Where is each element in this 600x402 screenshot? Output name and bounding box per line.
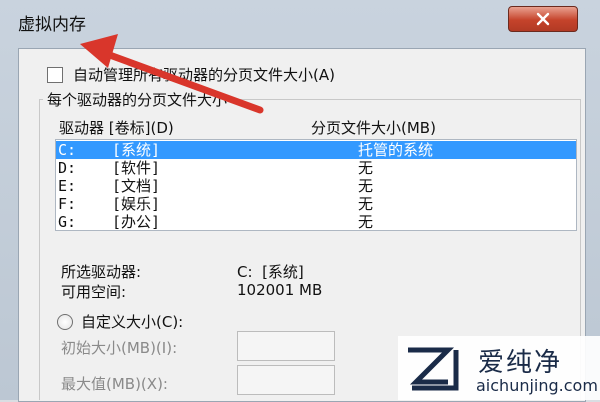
max-size-input[interactable] xyxy=(237,365,335,395)
custom-size-label[interactable]: 自定义大小(C): xyxy=(81,311,183,332)
drive-volume-label: [办公] xyxy=(112,213,161,231)
initial-size-input[interactable] xyxy=(237,331,335,361)
column-header-size: 分页文件大小(MB) xyxy=(311,119,436,137)
watermark: 爱纯净 aichunjing.com xyxy=(398,336,600,400)
column-header-drive: 驱动器 [卷标](D) xyxy=(59,119,174,137)
drive-row-e[interactable]: E: [文档] 无 xyxy=(56,177,576,195)
drive-list[interactable]: C: [系统] 托管的系统 D: [软件] 无 E: [文档] 无 F: [娱乐… xyxy=(55,139,577,231)
drive-letter: G: xyxy=(58,213,77,231)
drive-paging-size: 托管的系统 xyxy=(358,141,434,159)
custom-size-radio[interactable] xyxy=(57,313,73,330)
drive-paging-size: 无 xyxy=(358,177,374,195)
virtual-memory-dialog: 虚拟内存 自动管理所有驱动器的分页文件大小(A) 每个驱动器的分页文件大小 驱动… xyxy=(0,0,600,402)
drive-letter: C: xyxy=(58,141,77,159)
drive-letter: E: xyxy=(58,177,77,195)
drive-paging-size: 无 xyxy=(358,159,374,177)
drive-volume-label: [软件] xyxy=(112,159,161,177)
drive-volume-label: [系统] xyxy=(112,141,161,159)
available-space-value: 102001 MB xyxy=(237,281,323,299)
drive-row-c[interactable]: C: [系统] 托管的系统 xyxy=(56,141,576,159)
watermark-url: aichunjing.com xyxy=(476,376,598,395)
drive-volume-label: [娱乐] xyxy=(112,195,161,213)
drive-row-d[interactable]: D: [软件] 无 xyxy=(56,159,576,177)
max-size-label: 最大值(MB)(X): xyxy=(61,375,168,393)
initial-size-label: 初始大小(MB)(I): xyxy=(61,339,178,357)
drive-volume-label: [文档] xyxy=(112,177,161,195)
drive-paging-size: 无 xyxy=(358,213,374,231)
site-logo-icon xyxy=(408,347,459,391)
drive-row-f[interactable]: F: [娱乐] 无 xyxy=(56,195,576,213)
drive-letter: F: xyxy=(58,195,77,213)
custom-size-radio-row[interactable]: 自定义大小(C): xyxy=(57,311,183,332)
selected-drive-value: C: [系统] xyxy=(237,263,304,281)
drive-paging-size: 无 xyxy=(358,195,374,213)
red-arrow-annotation xyxy=(80,34,264,114)
close-icon xyxy=(536,12,550,26)
watermark-name: 爱纯净 xyxy=(478,348,563,378)
close-button[interactable] xyxy=(508,6,578,32)
drive-row-g[interactable]: G: [办公] 无 xyxy=(56,213,576,231)
drive-letter: D: xyxy=(58,159,77,177)
available-space-label: 可用空间: xyxy=(61,283,127,301)
selected-drive-label: 所选驱动器: xyxy=(61,263,142,281)
